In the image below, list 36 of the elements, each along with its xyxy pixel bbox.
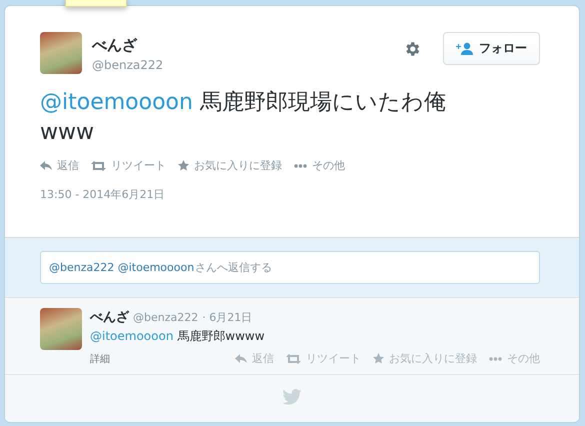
ellipsis-icon <box>294 164 307 168</box>
reply-mentions: @benza222 @itoemoooon <box>49 261 194 274</box>
details-link[interactable]: 詳細 <box>90 352 110 366</box>
star-icon <box>373 353 384 364</box>
more-action[interactable]: その他 <box>294 158 345 173</box>
reply-action[interactable]: 返信 <box>235 351 274 366</box>
tweet-date[interactable]: · 6月21日 <box>202 310 252 325</box>
mention-link[interactable]: @itoemoooon <box>40 90 193 115</box>
more-action[interactable]: その他 <box>489 351 540 366</box>
add-user-icon <box>456 42 473 55</box>
reply-icon <box>40 160 52 170</box>
reply-placeholder: さんへ返信する <box>195 260 272 275</box>
tooltip <box>65 0 127 7</box>
retweet-action[interactable]: リツイート <box>91 158 166 173</box>
bird-icon <box>282 389 302 405</box>
user-handle: @benza222 <box>133 311 198 324</box>
retweet-icon <box>286 354 301 364</box>
star-icon <box>178 160 189 171</box>
user-name: べんざ <box>90 309 129 326</box>
follow-button[interactable]: フォロー <box>443 32 540 65</box>
favorite-action[interactable]: お気に入りに登録 <box>373 351 477 366</box>
ellipsis-icon <box>489 356 502 360</box>
reply-action[interactable]: 返信 <box>40 158 79 173</box>
user-handle: @benza222 <box>92 58 164 72</box>
tweet-text: @itoemoooon 馬鹿野郎wwww <box>90 328 266 345</box>
tweet-text: @itoemoooon 馬鹿野郎現場にいたわ俺www <box>40 89 447 147</box>
reply-field[interactable]: @benza222 @itoemoooon さんへ返信する <box>40 251 540 284</box>
avatar-picture <box>40 32 82 74</box>
retweet-icon <box>91 160 106 170</box>
user-name: べんざ <box>92 36 138 55</box>
timestamp: 13:50 - 2014年6月21日 <box>40 187 166 202</box>
mention-link[interactable]: @itoemoooon <box>90 329 174 343</box>
avatar-picture <box>40 308 82 350</box>
reply-icon <box>235 354 247 364</box>
retweet-action[interactable]: リツイート <box>286 351 361 366</box>
favorite-action[interactable]: お気に入りに登録 <box>178 158 282 173</box>
